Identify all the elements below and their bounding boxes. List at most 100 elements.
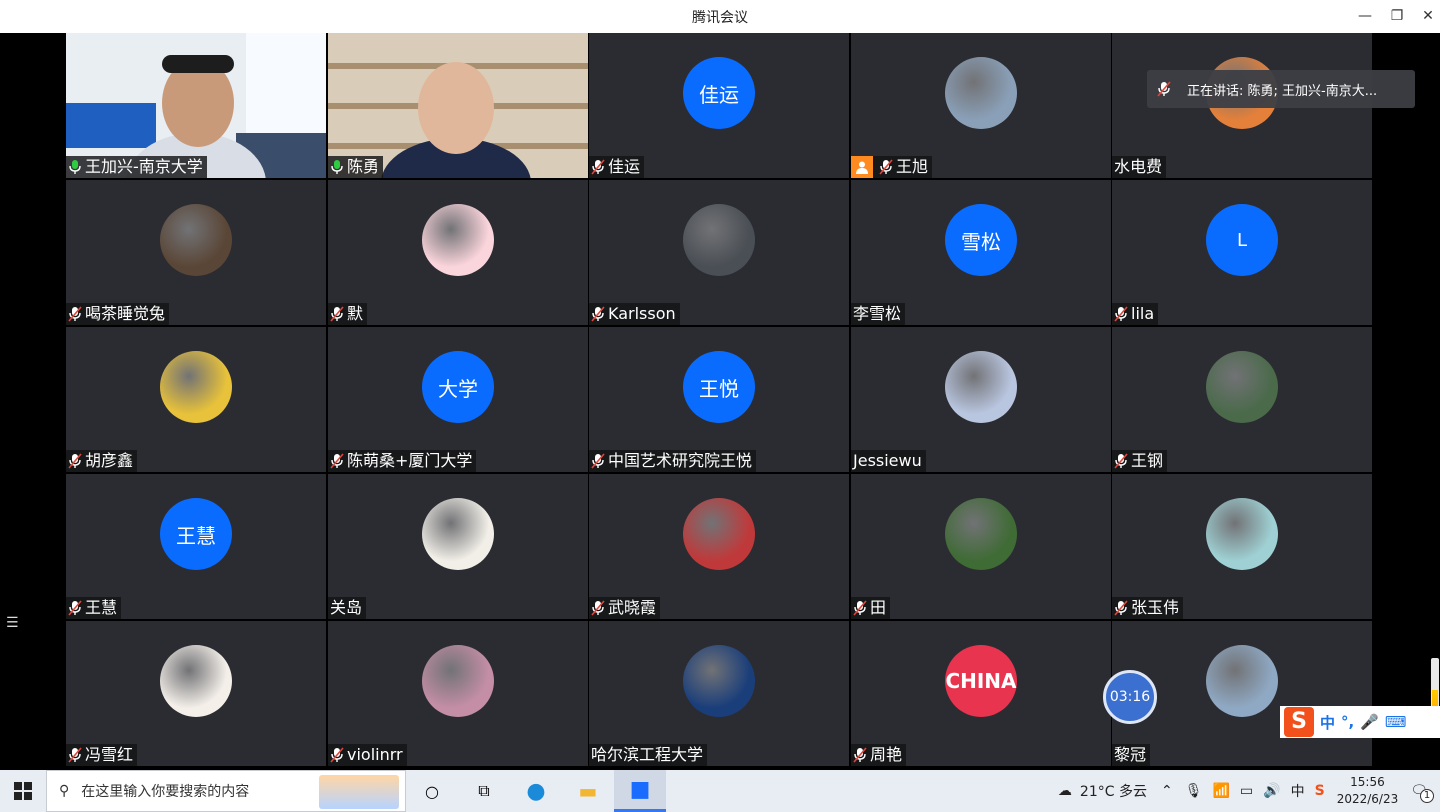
participant-name-bar: Karlsson — [589, 303, 680, 325]
ime-toolbar[interactable]: S 中 °, 🎤 ⌨ — [1280, 706, 1440, 738]
notification-icon[interactable]: 🗨 1 — [1410, 783, 1434, 803]
sogou-tray-icon[interactable]: S — [1315, 783, 1325, 799]
participant-name: 王慧 — [85, 598, 118, 617]
participant-name-bar: 水电费 — [1112, 156, 1167, 178]
participant-tile[interactable]: 冯雪红 — [66, 621, 326, 766]
avatar — [422, 204, 494, 276]
weather-icon[interactable]: ☁ — [1058, 783, 1072, 799]
network-icon[interactable]: 📶 — [1212, 783, 1229, 799]
participant-name-bar: 陈萌桑+厦门大学 — [328, 450, 477, 472]
participant-tile[interactable]: 武晓霞 — [589, 474, 849, 619]
participant-tile[interactable]: 王钢 — [1112, 327, 1372, 472]
participant-name: 胡彦鑫 — [85, 451, 134, 470]
participant-name-bar: 王钢 — [1112, 450, 1168, 472]
participant-tile[interactable]: 王悦 中国艺术研究院王悦 — [589, 327, 849, 472]
avatar — [683, 645, 755, 717]
participant-name: 王加兴-南京大学 — [85, 157, 203, 176]
participant-name: 武晓霞 — [608, 598, 657, 617]
participant-name: 喝茶睡觉兔 — [85, 304, 166, 323]
avatar — [1206, 645, 1278, 717]
mic-muted-icon — [1114, 453, 1128, 469]
window-title: 腾讯会议 — [692, 10, 748, 26]
close-icon[interactable]: ✕ — [1418, 6, 1438, 26]
participant-tile[interactable]: 雪松 李雪松 — [851, 180, 1111, 325]
battery-icon[interactable]: ▭ — [1240, 783, 1253, 799]
edge-browser-icon[interactable]: ● — [510, 770, 562, 812]
participant-name: 李雪松 — [853, 304, 902, 323]
participant-name-bar: 默 — [328, 303, 368, 325]
minimize-icon[interactable]: — — [1355, 6, 1375, 26]
participant-tile[interactable]: 关岛 — [328, 474, 588, 619]
participant-tile[interactable]: 王加兴-南京大学 — [66, 33, 326, 178]
participant-tile[interactable]: 佳运 佳运 — [589, 33, 849, 178]
microphone-tray-icon[interactable]: 🎙 — [1185, 783, 1203, 799]
taskbar-search[interactable]: ⚲ 在这里输入你要搜索的内容 — [46, 770, 406, 812]
participant-tile[interactable]: 默 — [328, 180, 588, 325]
avatar — [422, 498, 494, 570]
clock-time: 15:56 — [1350, 775, 1385, 789]
participant-tile[interactable]: 田 — [851, 474, 1111, 619]
chevron-up-icon[interactable]: ⌃ — [1161, 783, 1173, 799]
speaking-text: 正在讲话: 陈勇; 王加兴-南京大... — [1187, 83, 1378, 99]
windows-start-icon[interactable] — [0, 770, 46, 812]
ime-tray-label[interactable]: 中 — [1291, 781, 1305, 801]
task-view-icon[interactable]: ⧉ — [458, 770, 510, 812]
cortana-icon[interactable]: ○ — [406, 770, 458, 812]
file-explorer-icon[interactable]: ▬ — [562, 770, 614, 812]
participant-name-bar: 哈尔滨工程大学 — [589, 744, 708, 766]
participant-name-bar: 田 — [851, 597, 891, 619]
avatar — [945, 57, 1017, 129]
participant-name-bar: lila — [1112, 303, 1159, 325]
participant-name: 田 — [870, 598, 887, 617]
mic-muted-icon — [68, 600, 82, 616]
participant-name: 王钢 — [1131, 451, 1164, 470]
menu-icon[interactable]: ☰ — [6, 615, 26, 635]
participant-name-bar: 周艳 — [851, 744, 907, 766]
participant-tile[interactable]: Karlsson — [589, 180, 849, 325]
restore-icon[interactable]: ❐ — [1387, 6, 1407, 26]
meeting-timer[interactable]: 03:16 — [1103, 670, 1157, 724]
participant-tile[interactable]: 大学 陈萌桑+厦门大学 — [328, 327, 588, 472]
participant-name-bar: 武晓霞 — [589, 597, 661, 619]
avatar — [160, 351, 232, 423]
participant-name-bar: 王加兴-南京大学 — [66, 156, 207, 178]
mic-muted-icon — [68, 453, 82, 469]
participant-tile[interactable]: 王旭 — [851, 33, 1111, 178]
participant-tile[interactable]: 喝茶睡觉兔 — [66, 180, 326, 325]
ime-mode[interactable]: 中 — [1320, 712, 1335, 733]
ime-mic-icon[interactable]: 🎤 — [1360, 713, 1379, 731]
participant-name-bar: 张玉伟 — [1112, 597, 1184, 619]
avatar — [945, 351, 1017, 423]
clock[interactable]: 15:56 2022/6/23 — [1337, 774, 1399, 808]
participant-tile[interactable]: violinrr — [328, 621, 588, 766]
participant-tile[interactable]: CHINA 周艳 — [851, 621, 1111, 766]
participant-tile[interactable]: 张玉伟 — [1112, 474, 1372, 619]
avatar-initials: 佳运 — [683, 57, 755, 129]
sogou-logo-icon[interactable]: S — [1284, 707, 1314, 737]
avatar — [683, 498, 755, 570]
participant-tile[interactable]: 陈勇 — [328, 33, 588, 178]
weather-text[interactable]: 21°C 多云 — [1080, 781, 1147, 801]
participant-name: 周艳 — [870, 745, 903, 764]
search-icon: ⚲ — [59, 783, 70, 799]
participant-name: 哈尔滨工程大学 — [591, 745, 704, 764]
mic-on-icon — [69, 160, 81, 174]
participant-tile[interactable]: Jessiewu — [851, 327, 1111, 472]
participant-name: 陈萌桑+厦门大学 — [347, 451, 473, 470]
participant-name-bar: 喝茶睡觉兔 — [66, 303, 170, 325]
participant-tile[interactable]: 王慧 王慧 — [66, 474, 326, 619]
avatar — [683, 204, 755, 276]
participant-tile[interactable]: 胡彦鑫 — [66, 327, 326, 472]
mic-muted-icon — [330, 306, 344, 322]
ime-punct[interactable]: °, — [1341, 713, 1354, 731]
participant-tile[interactable]: 哈尔滨工程大学 — [589, 621, 849, 766]
taskbar: ⚲ 在这里输入你要搜索的内容 ○ ⧉ ● ▬ ■ ☁ 21°C 多云 ⌃ 🎙 📶… — [0, 770, 1440, 812]
volume-icon[interactable]: 🔊 — [1263, 783, 1280, 799]
ime-keyboard-icon[interactable]: ⌨ — [1385, 713, 1407, 731]
participant-name: Jessiewu — [853, 451, 922, 470]
tencent-meeting-taskbar-icon[interactable]: ■ — [614, 770, 666, 812]
avatar: CHINA — [945, 645, 1017, 717]
participant-tile[interactable]: Llila — [1112, 180, 1372, 325]
avatar — [1206, 351, 1278, 423]
mic-on-icon — [331, 160, 343, 174]
